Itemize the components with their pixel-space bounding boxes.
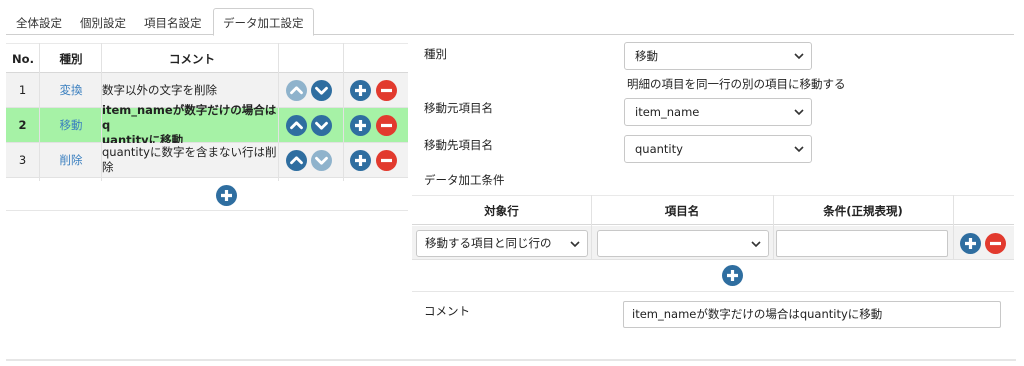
comment-input[interactable]: item_nameが数字だけの場合はquantityに移動 [623, 301, 1001, 328]
chevron-up-icon [286, 80, 307, 101]
condition-table-footer [412, 260, 1014, 292]
kind-label: 種別 [424, 47, 447, 61]
condition-regex-input[interactable] [776, 230, 948, 257]
dest-item-label: 移動先項目名 [424, 138, 493, 152]
delete-condition-button[interactable] [985, 233, 1006, 254]
chevron-up-icon [286, 150, 307, 171]
chevron-up-icon [286, 115, 307, 136]
move-up-button[interactable] [286, 80, 307, 101]
row-number: 2 [18, 118, 27, 132]
table-row[interactable]: 3 削除 quantityに数字を含まない行は削除 [6, 143, 408, 178]
column-divider [39, 43, 40, 181]
add-condition-row-button[interactable] [722, 265, 743, 286]
header-target-row: 対象行 [484, 204, 519, 218]
row-kind-link[interactable]: 変換 [40, 73, 102, 107]
target-row-select[interactable]: 移動する項目と同じ行の [416, 230, 588, 257]
delete-row-button[interactable] [376, 150, 397, 171]
header-item-name: 項目名 [664, 204, 700, 218]
plus-icon [350, 115, 371, 136]
chevron-down-icon [794, 146, 804, 153]
move-up-button[interactable] [286, 150, 307, 171]
target-row-value: 移動する項目と同じ行の [425, 236, 552, 250]
kind-select[interactable]: 移動 [624, 42, 812, 70]
header-kind: 種別 [59, 52, 83, 66]
row-number: 1 [18, 83, 27, 97]
chevron-down-icon [794, 53, 804, 60]
column-divider [591, 195, 592, 260]
column-divider [343, 43, 344, 181]
kind-description: 明細の項目を同一行の別の項目に移動する [627, 77, 846, 91]
header-comment: コメント [169, 52, 215, 66]
move-down-button[interactable] [311, 115, 332, 136]
kind-select-value: 移動 [635, 49, 658, 63]
rules-table-footer [6, 181, 408, 211]
condition-section-label: データ加工条件 [424, 173, 505, 187]
minus-icon [985, 233, 1006, 254]
source-item-label: 移動元項目名 [424, 101, 493, 115]
tab-item-name-settings[interactable]: 項目名設定 [140, 12, 206, 35]
plus-icon [216, 185, 237, 206]
delete-row-button[interactable] [376, 115, 397, 136]
minus-icon [376, 150, 397, 171]
plus-icon [722, 265, 743, 286]
column-divider [953, 195, 954, 260]
tab-data-processing-settings[interactable]: データ加工設定 [213, 8, 314, 36]
row-comment: item_nameが数字だけの場合はq uantityに移動 [102, 102, 277, 147]
chevron-down-icon [570, 241, 580, 248]
plus-icon [350, 150, 371, 171]
tab-bar: 全体設定 個別設定 項目名設定 データ加工設定 [6, 8, 1014, 36]
chevron-down-icon [311, 115, 332, 136]
row-kind-link[interactable]: 移動 [40, 108, 102, 142]
tab-global-settings[interactable]: 全体設定 [12, 12, 66, 35]
rules-table: No. 種別 コメント 1 変換 数字以外の文字を削除 2 移動 item_na… [6, 43, 408, 178]
condition-item-select[interactable] [597, 230, 769, 257]
header-condition: 条件(正規表現) [823, 204, 903, 218]
header-no: No. [12, 52, 34, 66]
row-kind-link[interactable]: 削除 [40, 143, 102, 177]
condition-table-header: 対象行 項目名 条件(正規表現) [412, 195, 1014, 225]
chevron-down-icon [751, 241, 761, 248]
move-down-button[interactable] [311, 80, 332, 101]
add-row-button[interactable] [350, 115, 371, 136]
column-divider [773, 195, 774, 260]
comment-label: コメント [424, 304, 470, 318]
move-down-button[interactable] [311, 150, 332, 171]
data-processing-settings-screen: 全体設定 個別設定 項目名設定 データ加工設定 No. 種別 コメント 1 変換… [0, 0, 1024, 366]
chevron-down-icon [794, 109, 804, 116]
add-condition-button[interactable] [960, 233, 981, 254]
add-row-button[interactable] [350, 80, 371, 101]
tab-individual-settings[interactable]: 個別設定 [76, 12, 130, 35]
column-divider [278, 43, 279, 181]
row-comment: quantityに数字を含まない行は削除 [102, 145, 277, 174]
source-item-value: item_name [635, 105, 700, 119]
minus-icon [376, 80, 397, 101]
plus-icon [960, 233, 981, 254]
column-divider [101, 43, 102, 181]
source-item-select[interactable]: item_name [624, 98, 812, 126]
plus-icon [350, 80, 371, 101]
dest-item-select[interactable]: quantity [624, 135, 812, 163]
chevron-down-icon [311, 80, 332, 101]
rules-table-header: No. 種別 コメント [6, 43, 408, 73]
row-number: 3 [18, 153, 27, 167]
add-rule-button[interactable] [216, 185, 237, 206]
move-up-button[interactable] [286, 115, 307, 136]
table-row-selected[interactable]: 2 移動 item_nameが数字だけの場合はq uantityに移動 [6, 102, 408, 147]
dest-item-value: quantity [635, 142, 683, 156]
condition-row: 移動する項目と同じ行の [412, 226, 1014, 260]
minus-icon [376, 115, 397, 136]
chevron-down-icon [311, 150, 332, 171]
add-row-button[interactable] [350, 150, 371, 171]
delete-row-button[interactable] [376, 80, 397, 101]
